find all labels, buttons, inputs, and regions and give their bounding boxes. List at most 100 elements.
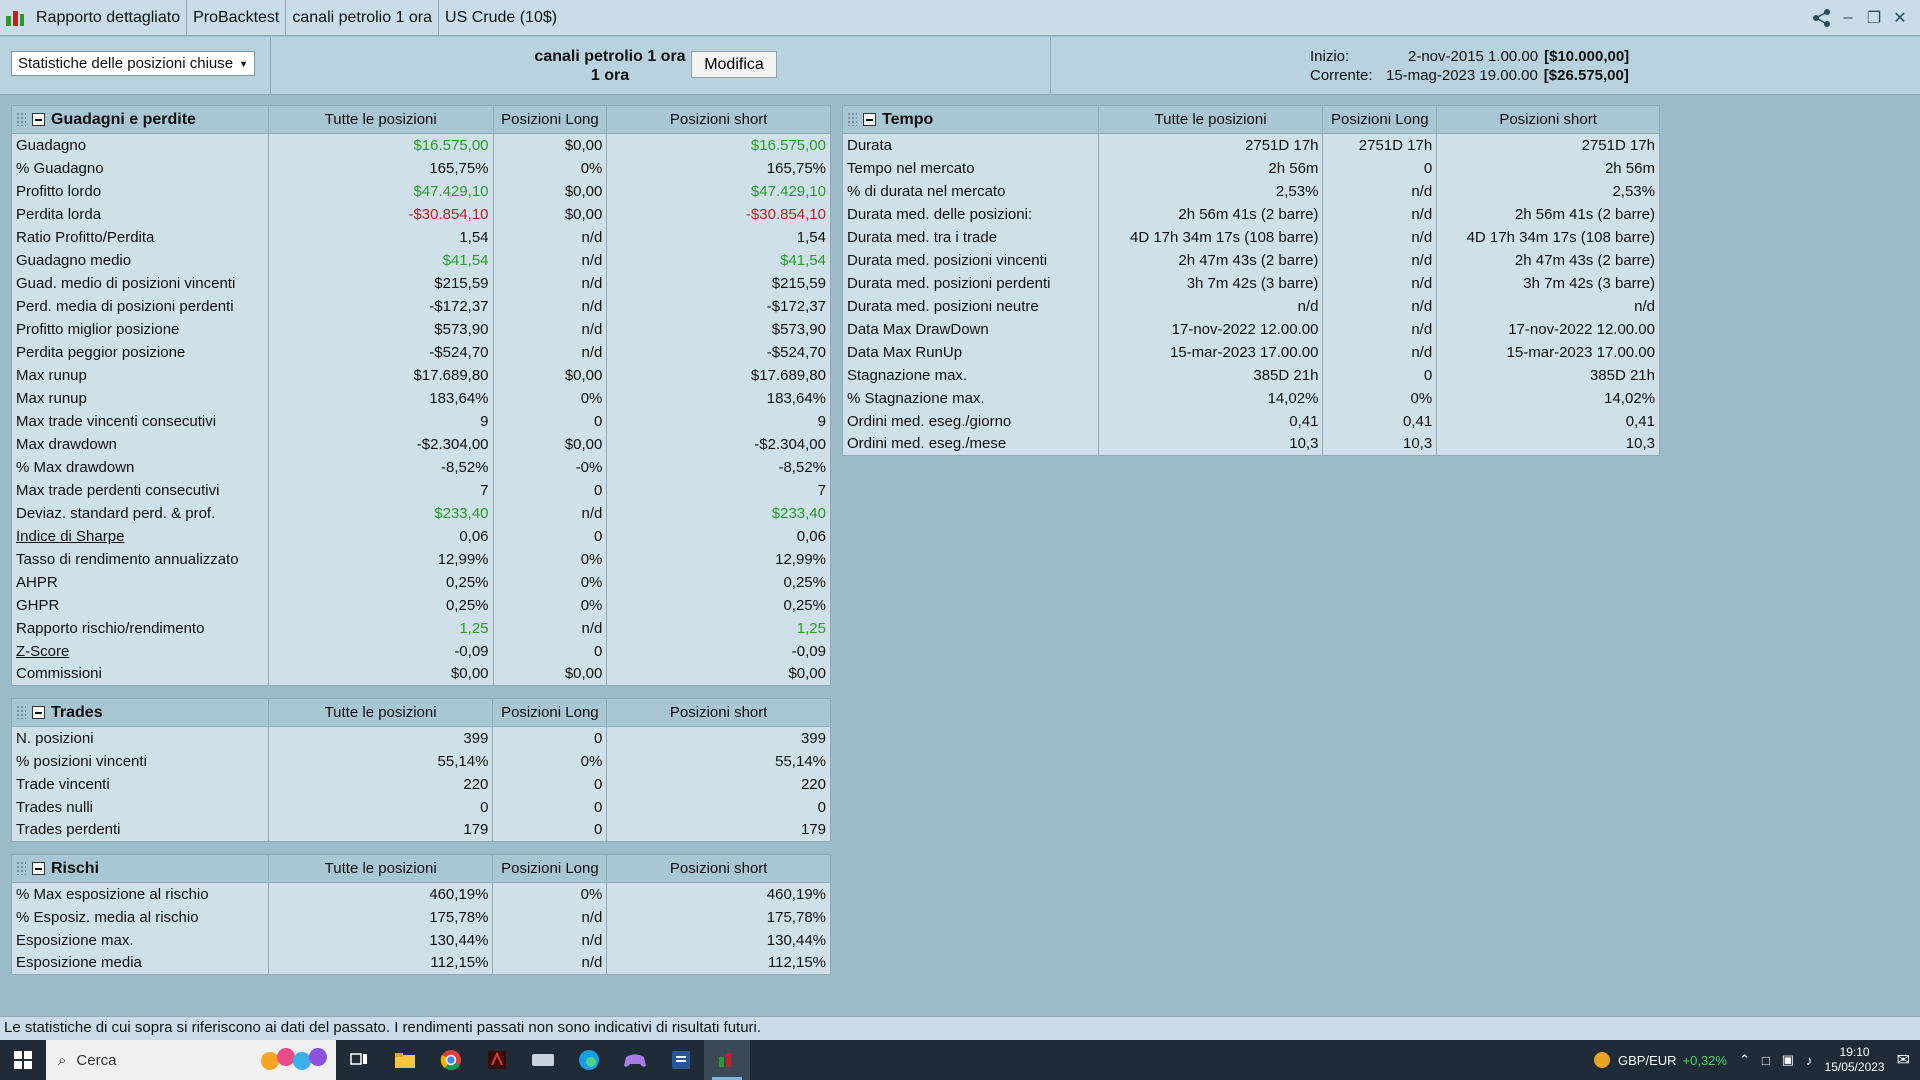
value-short-positions: 220 <box>606 772 831 796</box>
table-row: Trade vincenti 220 0 220 <box>11 772 831 796</box>
value-long-positions: n/d <box>1322 225 1438 249</box>
backtest-period: Inizio: 2-nov-2015 1.00.00 [$10.000,00] … <box>1310 47 1629 85</box>
value-long-positions: 0% <box>492 570 608 594</box>
value-short-positions: n/d <box>1436 294 1660 318</box>
drag-grip-icon[interactable] <box>16 861 26 876</box>
value-all-positions: 55,14% <box>267 749 494 773</box>
tray-device-icon[interactable]: □ <box>1762 1053 1770 1068</box>
table-row: Tempo nel mercato 2h 56m 0 2h 56m <box>842 156 1660 180</box>
table-row: % Max drawdown -8,52% -0% -8,52% <box>11 455 831 479</box>
network-icon[interactable]: ▣ <box>1782 1052 1794 1068</box>
value-all-positions: 130,44% <box>267 928 494 952</box>
row-label[interactable]: Z-Score <box>11 639 269 663</box>
column-long-positions: Posizioni Long <box>492 105 608 134</box>
row-label[interactable]: Indice di Sharpe <box>11 524 269 548</box>
chrome-icon[interactable] <box>428 1040 474 1080</box>
row-label: Profitto lordo <box>11 179 269 203</box>
row-label: % Max drawdown <box>11 455 269 479</box>
row-label: Tempo nel mercato <box>842 156 1099 180</box>
section-title: Guadagni e perdite <box>51 110 196 128</box>
share-icon[interactable] <box>1812 8 1832 28</box>
value-all-positions: 12,99% <box>267 547 494 571</box>
restore-icon[interactable]: ❐ <box>1864 8 1884 28</box>
statistics-type-value: Statistiche delle posizioni chiuse <box>18 55 234 72</box>
value-short-positions: 460,19% <box>606 882 831 906</box>
row-label: Ordini med. eseg./giorno <box>842 409 1099 433</box>
collapse-icon[interactable] <box>863 112 876 126</box>
edge-icon[interactable] <box>566 1040 612 1080</box>
value-all-positions: 179 <box>267 818 494 842</box>
modify-button[interactable]: Modifica <box>691 51 777 78</box>
ticker-name: GBP/EUR <box>1618 1052 1677 1068</box>
ticker-icon <box>1594 1052 1610 1068</box>
column-short-positions: Posizioni short <box>1436 105 1660 134</box>
clock-date: 15/05/2023 <box>1824 1060 1885 1074</box>
volume-icon[interactable]: ♪ <box>1806 1053 1813 1068</box>
row-label: Ordini med. eseg./mese <box>842 432 1099 456</box>
dropdown-arrow-icon: ▼ <box>239 58 249 69</box>
value-long-positions: $0,00 <box>492 179 608 203</box>
value-short-positions: 15-mar-2023 17.00.00 <box>1436 340 1660 364</box>
table-row: % di durata nel mercato 2,53% n/d 2,53% <box>842 179 1660 203</box>
minimize-icon[interactable]: – <box>1838 8 1858 28</box>
value-long-positions: n/d <box>492 317 608 341</box>
word-icon[interactable] <box>658 1040 704 1080</box>
table-row: Guadagno medio $41,54 n/d $41,54 <box>11 248 831 272</box>
value-all-positions: n/d <box>1097 294 1324 318</box>
value-all-positions: $233,40 <box>267 501 494 525</box>
value-short-positions: 9 <box>606 409 831 433</box>
gains-section-header: Guadagni e perdite <box>11 105 269 134</box>
value-long-positions: 0 <box>1322 156 1438 180</box>
table-row: Durata med. tra i trade 4D 17h 34m 17s (1… <box>842 225 1660 249</box>
value-long-positions: n/d <box>492 905 608 929</box>
table-row: AHPR 0,25% 0% 0,25% <box>11 570 831 594</box>
column-long-positions: Posizioni Long <box>492 698 608 727</box>
table-row: Commissioni $0,00 $0,00 $0,00 <box>11 662 831 686</box>
table-row: Max drawdown -$2.304,00 $0,00 -$2.304,00 <box>11 432 831 456</box>
clock-time: 19:10 <box>1839 1045 1870 1059</box>
row-label: Max trade perdenti consecutivi <box>11 478 269 502</box>
table-row: Z-Score -0,09 0 -0,09 <box>11 639 831 663</box>
value-all-positions: -$30.854,10 <box>267 202 494 226</box>
row-label: Max runup <box>11 363 269 387</box>
value-all-positions: 2751D 17h <box>1097 133 1324 157</box>
table-row: Rapporto rischio/rendimento 1,25 n/d 1,25 <box>11 616 831 640</box>
value-all-positions: $41,54 <box>267 248 494 272</box>
system-clock[interactable]: 19:10 15/05/2023 <box>1825 1045 1885 1075</box>
keyboard-app-icon[interactable] <box>520 1040 566 1080</box>
taskbar-search-box[interactable]: ⌕ Cerca <box>46 1040 336 1080</box>
value-long-positions: n/d <box>1322 340 1438 364</box>
value-all-positions: -$172,37 <box>267 294 494 318</box>
game-controller-icon[interactable] <box>612 1040 658 1080</box>
value-long-positions: 0 <box>492 818 608 842</box>
row-label: Guadagno <box>11 133 269 157</box>
row-label: Perd. media di posizioni perdenti <box>11 294 269 318</box>
windows-start-icon[interactable] <box>0 1040 46 1080</box>
notifications-icon[interactable]: ✉ <box>1897 1050 1910 1070</box>
prorealtime-taskbar-icon[interactable] <box>704 1040 750 1080</box>
currency-ticker[interactable]: GBP/EUR +0,32% <box>1592 1051 1727 1069</box>
value-long-positions: n/d <box>1322 317 1438 341</box>
value-long-positions: -0% <box>492 455 608 479</box>
value-all-positions: 10,3 <box>1097 432 1324 456</box>
table-row: % posizioni vincenti 55,14% 0% 55,14% <box>11 749 831 773</box>
value-all-positions: 15-mar-2023 17.00.00 <box>1097 340 1324 364</box>
task-view-icon[interactable] <box>336 1040 382 1080</box>
drag-grip-icon[interactable] <box>847 112 857 127</box>
drag-grip-icon[interactable] <box>16 112 26 127</box>
value-long-positions: n/d <box>492 225 608 249</box>
value-short-positions: -0,09 <box>606 639 831 663</box>
table-row: Esposizione media 112,15% n/d 112,15% <box>11 951 831 975</box>
collapse-icon[interactable] <box>32 861 45 875</box>
close-icon[interactable]: ✕ <box>1890 8 1910 28</box>
collapse-icon[interactable] <box>32 705 45 719</box>
column-long-positions: Posizioni Long <box>1322 105 1438 134</box>
file-explorer-icon[interactable] <box>382 1040 428 1080</box>
tray-chevron-up-icon[interactable]: ⌃ <box>1739 1052 1750 1068</box>
row-label: % Esposiz. media al rischio <box>11 905 269 929</box>
acrobat-icon[interactable] <box>474 1040 520 1080</box>
collapse-icon[interactable] <box>32 112 45 126</box>
statistics-type-dropdown[interactable]: Statistiche delle posizioni chiuse ▼ <box>11 51 256 76</box>
value-long-positions: n/d <box>1322 248 1438 272</box>
drag-grip-icon[interactable] <box>16 705 26 720</box>
